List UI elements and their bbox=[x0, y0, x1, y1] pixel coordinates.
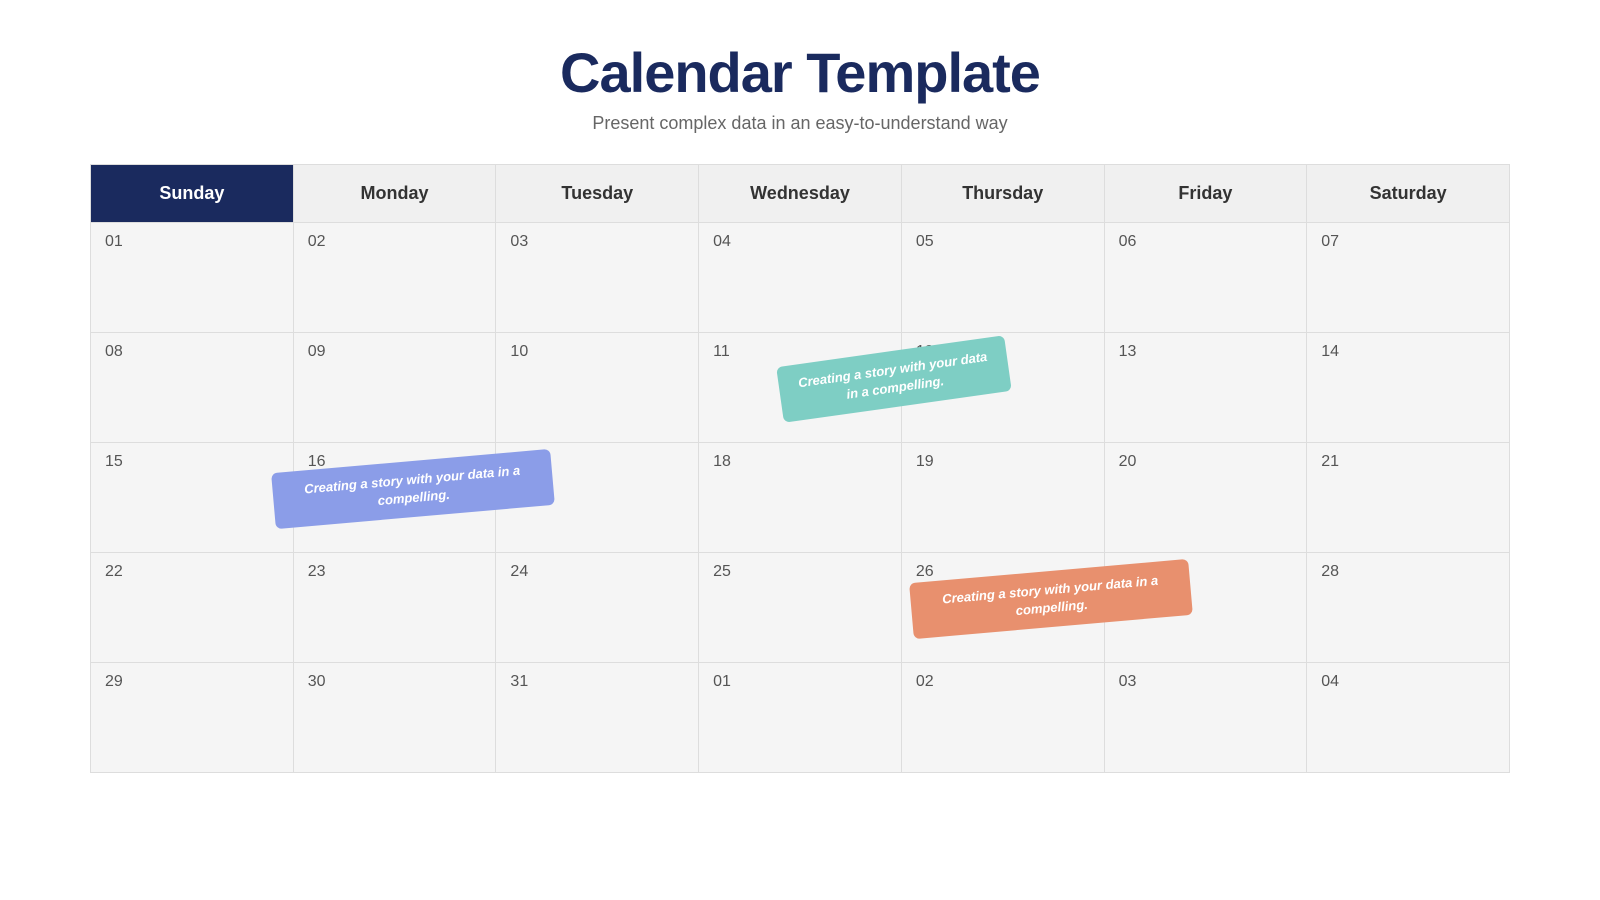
cell-date: 24 bbox=[510, 563, 528, 580]
cell-date: 02 bbox=[308, 233, 326, 250]
calendar-cell[interactable]: 24 bbox=[496, 553, 699, 663]
cell-date: 27 bbox=[1119, 563, 1137, 580]
cell-date: 03 bbox=[1119, 673, 1137, 690]
cell-date: 26 bbox=[916, 563, 934, 580]
calendar-cell[interactable]: 15 bbox=[91, 443, 294, 553]
cell-date: 20 bbox=[1119, 453, 1137, 470]
cell-date: 18 bbox=[713, 453, 731, 470]
page-title: Calendar Template bbox=[560, 40, 1040, 105]
calendar-cell[interactable]: 03 bbox=[1105, 663, 1308, 773]
calendar-cell[interactable]: 07 bbox=[1307, 223, 1510, 333]
calendar-cell[interactable]: 18 bbox=[699, 443, 902, 553]
cell-date: 05 bbox=[916, 233, 934, 250]
cell-date: 01 bbox=[105, 233, 123, 250]
calendar-cell[interactable]: 17 bbox=[496, 443, 699, 553]
cell-date: 23 bbox=[308, 563, 326, 580]
cell-date: 22 bbox=[105, 563, 123, 580]
cell-date: 03 bbox=[510, 233, 528, 250]
calendar-cell[interactable]: 04 bbox=[699, 223, 902, 333]
calendar-cell[interactable]: 30 bbox=[294, 663, 497, 773]
calendar-cell[interactable]: 10 bbox=[496, 333, 699, 443]
cell-date: 29 bbox=[105, 673, 123, 690]
day-header-thursday: Thursday bbox=[902, 165, 1105, 223]
cell-date: 01 bbox=[713, 673, 731, 690]
calendar-cell[interactable]: 29 bbox=[91, 663, 294, 773]
cell-date: 19 bbox=[916, 453, 934, 470]
cell-date: 04 bbox=[713, 233, 731, 250]
cell-date: 31 bbox=[510, 673, 528, 690]
cell-date: 25 bbox=[713, 563, 731, 580]
day-header-friday: Friday bbox=[1105, 165, 1308, 223]
calendar-cell[interactable]: 08 bbox=[91, 333, 294, 443]
calendar-cell[interactable]: 11 bbox=[699, 333, 902, 443]
cell-date: 11 bbox=[713, 343, 730, 360]
day-header-sunday: Sunday bbox=[91, 165, 294, 223]
calendar-cell[interactable]: 28 bbox=[1307, 553, 1510, 663]
calendar-cell[interactable]: 12 bbox=[902, 333, 1105, 443]
calendar-cell[interactable]: 25 bbox=[699, 553, 902, 663]
calendar-cell[interactable]: 03 bbox=[496, 223, 699, 333]
calendar-container: SundayMondayTuesdayWednesdayThursdayFrid… bbox=[90, 164, 1510, 773]
calendar-cell[interactable]: 01 bbox=[91, 223, 294, 333]
calendar-cell[interactable]: 21 bbox=[1307, 443, 1510, 553]
cell-date: 07 bbox=[1321, 233, 1339, 250]
cell-date: 17 bbox=[510, 453, 528, 470]
cell-date: 28 bbox=[1321, 563, 1339, 580]
calendar-cell[interactable]: 04 bbox=[1307, 663, 1510, 773]
cell-date: 16 bbox=[308, 453, 326, 470]
calendar-cell[interactable]: 14 bbox=[1307, 333, 1510, 443]
cell-date: 06 bbox=[1119, 233, 1137, 250]
calendar-cell[interactable]: 16 bbox=[294, 443, 497, 553]
calendar-cell[interactable]: 19 bbox=[902, 443, 1105, 553]
calendar-cell[interactable]: 31 bbox=[496, 663, 699, 773]
cell-date: 30 bbox=[308, 673, 326, 690]
day-header-wednesday: Wednesday bbox=[699, 165, 902, 223]
calendar-cell[interactable]: 22 bbox=[91, 553, 294, 663]
cell-date: 21 bbox=[1321, 453, 1339, 470]
day-header-tuesday: Tuesday bbox=[496, 165, 699, 223]
calendar-cell[interactable]: 26 bbox=[902, 553, 1105, 663]
cell-date: 10 bbox=[510, 343, 528, 360]
calendar-cell[interactable]: 05 bbox=[902, 223, 1105, 333]
calendar-cell[interactable]: 06 bbox=[1105, 223, 1308, 333]
cell-date: 08 bbox=[105, 343, 123, 360]
cell-date: 12 bbox=[916, 343, 934, 360]
calendar-grid: SundayMondayTuesdayWednesdayThursdayFrid… bbox=[90, 164, 1510, 773]
page-subtitle: Present complex data in an easy-to-under… bbox=[560, 113, 1040, 134]
cell-date: 13 bbox=[1119, 343, 1137, 360]
calendar-cell[interactable]: 23 bbox=[294, 553, 497, 663]
calendar-cell[interactable]: 09 bbox=[294, 333, 497, 443]
calendar-cell[interactable]: 20 bbox=[1105, 443, 1308, 553]
cell-date: 15 bbox=[105, 453, 123, 470]
cell-date: 04 bbox=[1321, 673, 1339, 690]
day-header-saturday: Saturday bbox=[1307, 165, 1510, 223]
calendar-cell[interactable]: 02 bbox=[294, 223, 497, 333]
page-header: Calendar Template Present complex data i… bbox=[560, 0, 1040, 134]
cell-date: 14 bbox=[1321, 343, 1339, 360]
calendar-cell[interactable]: 13 bbox=[1105, 333, 1308, 443]
calendar-cell[interactable]: 02 bbox=[902, 663, 1105, 773]
cell-date: 09 bbox=[308, 343, 326, 360]
cell-date: 02 bbox=[916, 673, 934, 690]
calendar-cell[interactable]: 27 bbox=[1105, 553, 1308, 663]
day-header-monday: Monday bbox=[294, 165, 497, 223]
calendar-cell[interactable]: 01 bbox=[699, 663, 902, 773]
